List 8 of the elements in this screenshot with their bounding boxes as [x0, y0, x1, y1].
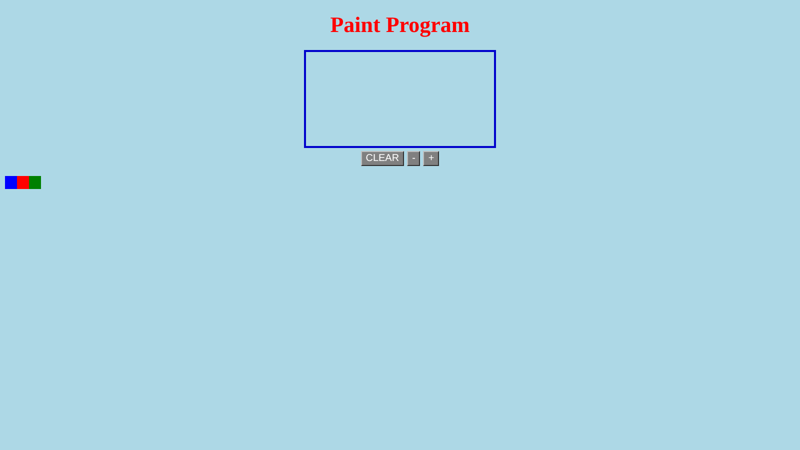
toolbar-button[interactable]: +	[423, 151, 440, 166]
color-swatch[interactable]	[29, 176, 41, 189]
toolbar-button[interactable]: CLEAR	[360, 151, 404, 166]
page-title: Paint Program	[330, 12, 470, 38]
toolbar-button[interactable]: -	[407, 151, 420, 166]
color-swatch[interactable]	[5, 176, 17, 189]
color-swatch[interactable]	[17, 176, 29, 189]
drawing-canvas[interactable]	[304, 50, 496, 148]
